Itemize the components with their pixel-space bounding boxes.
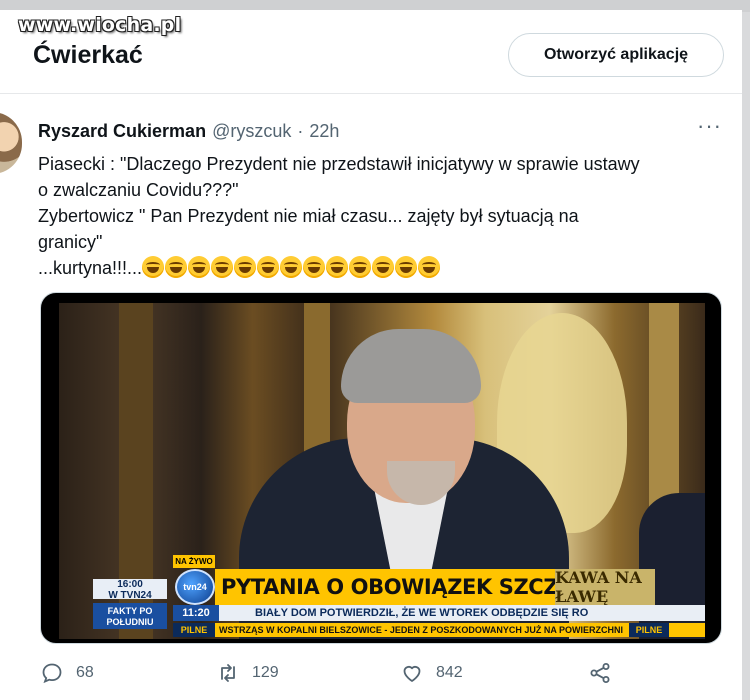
- tweet-text-line: Zybertowicz " Pan Prezydent nie miał cza…: [38, 206, 579, 226]
- program-clock: 16:00 W TVN24 FAKTY PO POŁUDNIU: [93, 579, 167, 631]
- tears-of-joy-emoji-icon: [372, 256, 395, 278]
- program-side-label: FAKTY PO POŁUDNIU: [93, 603, 167, 629]
- clock-time: 16:00: [117, 579, 143, 590]
- site-watermark: www.wiocha.pl: [18, 14, 182, 36]
- tv-lower-third: NA ŻYWO 16:00 W TVN24 FAKTY PO POŁUDNIU t…: [59, 555, 705, 639]
- avatar[interactable]: [0, 112, 22, 174]
- tears-of-joy-emoji-icon: [280, 256, 303, 278]
- tears-of-joy-emoji-icon: [165, 256, 188, 278]
- retweet-icon: [221, 664, 235, 682]
- urgent-tag: PILNE: [173, 623, 215, 637]
- tears-of-joy-emoji-icon: [326, 256, 349, 278]
- tears-of-joy-emoji-icon: [349, 256, 372, 278]
- retweet-count: 129: [252, 664, 279, 681]
- tweet-time[interactable]: 22h: [309, 121, 339, 142]
- reply-button[interactable]: 68: [40, 648, 94, 698]
- tears-of-joy-emoji-icon: [303, 256, 326, 278]
- reply-icon: [42, 663, 62, 684]
- tweet-text-line: granicy": [38, 232, 103, 252]
- program-badge: KAWA NA ŁAWĘ: [555, 568, 655, 606]
- author-handle[interactable]: @ryszcuk: [212, 121, 291, 142]
- share-button[interactable]: [588, 648, 612, 698]
- tweet-actions: 68 129 842: [0, 648, 742, 698]
- page-title: Ćwierkać: [33, 41, 143, 69]
- emoji-row: [142, 256, 441, 278]
- tweet-author-row: Ryszard Cukierman @ryszcuk · 22h: [38, 121, 339, 142]
- like-icon: [403, 665, 421, 682]
- open-app-button[interactable]: Otworzyć aplikację: [508, 33, 724, 77]
- ticker-text: BIAŁY DOM POTWIERDZIŁ, ŻE WE WTOREK ODBĘ…: [255, 607, 589, 619]
- tweet-text-line: Piasecki : "Dlaczego Prezydent nie przed…: [38, 154, 640, 174]
- tears-of-joy-emoji-icon: [395, 256, 418, 278]
- tweet-text: Piasecki : "Dlaczego Prezydent nie przed…: [38, 151, 718, 281]
- retweet-button[interactable]: 129: [216, 648, 279, 698]
- tweet-text-last-line: ...kurtyna!!!...: [38, 255, 718, 281]
- tears-of-joy-emoji-icon: [211, 256, 234, 278]
- urgent-ticker: PILNE WSTRZĄS W KOPALNI BIELSZOWICE - JE…: [173, 623, 705, 637]
- tvn24-logo: tvn24: [175, 569, 215, 605]
- tears-of-joy-emoji-icon: [142, 256, 165, 278]
- ticker-time: 11:20: [173, 605, 219, 621]
- clock-box: 16:00 W TVN24: [93, 579, 167, 601]
- author-name[interactable]: Ryszard Cukierman: [38, 121, 206, 142]
- tweet-text-line: o zwalczaniu Covidu???": [38, 180, 239, 200]
- tears-of-joy-emoji-icon: [188, 256, 211, 278]
- reply-count: 68: [76, 664, 94, 681]
- more-options-icon[interactable]: ···: [697, 113, 722, 139]
- tears-of-joy-emoji-icon: [234, 256, 257, 278]
- like-count: 842: [436, 664, 463, 681]
- tweet-text-line: ...kurtyna!!!...: [38, 258, 143, 278]
- tweet-card: Ćwierkać Otworzyć aplikację Ryszard Cuki…: [0, 10, 742, 700]
- tears-of-joy-emoji-icon: [418, 256, 441, 278]
- like-button[interactable]: 842: [400, 648, 463, 698]
- news-headline: PYTANIA O OBOWIĄZEK SZCZEPIEŃ: [215, 569, 626, 605]
- clock-channel: W TVN24: [108, 590, 152, 601]
- tears-of-joy-emoji-icon: [257, 256, 280, 278]
- tv-broadcast-frame: NA ŻYWO 16:00 W TVN24 FAKTY PO POŁUDNIU t…: [59, 303, 705, 639]
- news-ticker: 11:20 BIAŁY DOM POTWIERDZIŁ, ŻE WE WTORE…: [173, 605, 705, 621]
- live-tag: NA ŻYWO: [173, 555, 215, 568]
- urgent-text: WSTRZĄS W KOPALNI BIELSZOWICE - JEDEN Z …: [219, 625, 623, 635]
- urgent-tag: PILNE: [629, 623, 669, 637]
- separator-dot: ·: [297, 121, 304, 141]
- share-icon: [590, 663, 610, 683]
- tweet-media-image[interactable]: NA ŻYWO 16:00 W TVN24 FAKTY PO POŁUDNIU t…: [40, 292, 722, 644]
- guest-hair: [341, 329, 481, 403]
